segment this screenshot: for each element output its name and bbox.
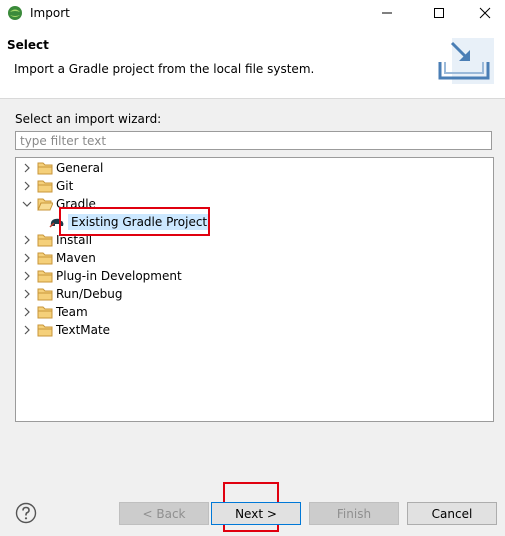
gradle-elephant-icon	[49, 218, 64, 228]
help-icon[interactable]	[15, 502, 37, 524]
chevron-right-icon	[24, 163, 30, 173]
tree-item-general[interactable]: General	[22, 159, 103, 177]
next-button[interactable]: Next >	[211, 502, 301, 525]
back-button[interactable]: < Back	[119, 502, 209, 525]
eclipse-app-icon	[8, 6, 22, 20]
tree-item-label: Maven	[56, 251, 96, 265]
wizard-tree[interactable]: General Git Gradle Existing Gradle Proje…	[15, 157, 494, 422]
folder-open-icon	[37, 198, 53, 211]
finish-button[interactable]: Finish	[309, 502, 399, 525]
folder-icon	[37, 234, 53, 247]
tree-item-run-debug[interactable]: Run/Debug	[22, 285, 123, 303]
tree-item-git[interactable]: Git	[22, 177, 73, 195]
folder-icon	[37, 180, 53, 193]
maximize-button[interactable]	[416, 0, 462, 26]
folder-icon	[37, 252, 53, 265]
folder-icon	[37, 324, 53, 337]
tree-item-maven[interactable]: Maven	[22, 249, 96, 267]
tree-item-label: TextMate	[56, 323, 111, 337]
title-bar: Import	[0, 0, 505, 26]
folder-icon	[37, 306, 53, 319]
tree-item-label: Team	[56, 305, 88, 319]
tree-item-plug-in-development[interactable]: Plug-in Development	[22, 267, 182, 285]
minimize-button[interactable]	[364, 0, 410, 26]
minimize-icon	[382, 12, 392, 14]
tree-item-textmate[interactable]: TextMate	[22, 321, 110, 339]
wizard-header: Select Import a Gradle project from the …	[0, 26, 505, 99]
folder-icon	[37, 162, 53, 175]
chevron-right-icon	[24, 271, 30, 281]
page-title: Select	[7, 38, 49, 52]
tree-item-label: Install	[56, 233, 93, 247]
tree-item-team[interactable]: Team	[22, 303, 88, 321]
filter-input[interactable]	[15, 131, 492, 150]
chevron-down-icon	[22, 201, 32, 207]
chevron-right-icon	[24, 307, 30, 317]
chevron-right-icon	[24, 235, 30, 245]
tree-item-label: General	[56, 161, 104, 175]
tree-item-gradle[interactable]: Gradle	[22, 195, 96, 213]
tree-item-label: Plug-in Development	[56, 269, 182, 283]
maximize-icon	[434, 8, 444, 18]
folder-icon	[37, 288, 53, 301]
close-icon	[479, 7, 491, 19]
close-button[interactable]	[462, 0, 505, 26]
tree-item-label: Gradle	[56, 197, 96, 211]
window-title: Import	[30, 6, 70, 20]
tree-item-label: Run/Debug	[56, 287, 123, 301]
chevron-right-icon	[24, 181, 30, 191]
page-description: Import a Gradle project from the local f…	[14, 62, 315, 76]
tree-item-label: Existing Gradle Project	[68, 214, 211, 230]
tree-item-label: Git	[56, 179, 74, 193]
chevron-right-icon	[24, 325, 30, 335]
cancel-button[interactable]: Cancel	[407, 502, 497, 525]
chevron-right-icon	[24, 253, 30, 263]
folder-icon	[37, 270, 53, 283]
tree-item-existing-gradle-project[interactable]: Existing Gradle Project	[49, 213, 211, 231]
chevron-right-icon	[24, 289, 30, 299]
import-wizard-graphic-icon	[438, 38, 494, 84]
tree-item-install[interactable]: Install	[22, 231, 92, 249]
wizard-prompt-label: Select an import wizard:	[15, 112, 162, 126]
